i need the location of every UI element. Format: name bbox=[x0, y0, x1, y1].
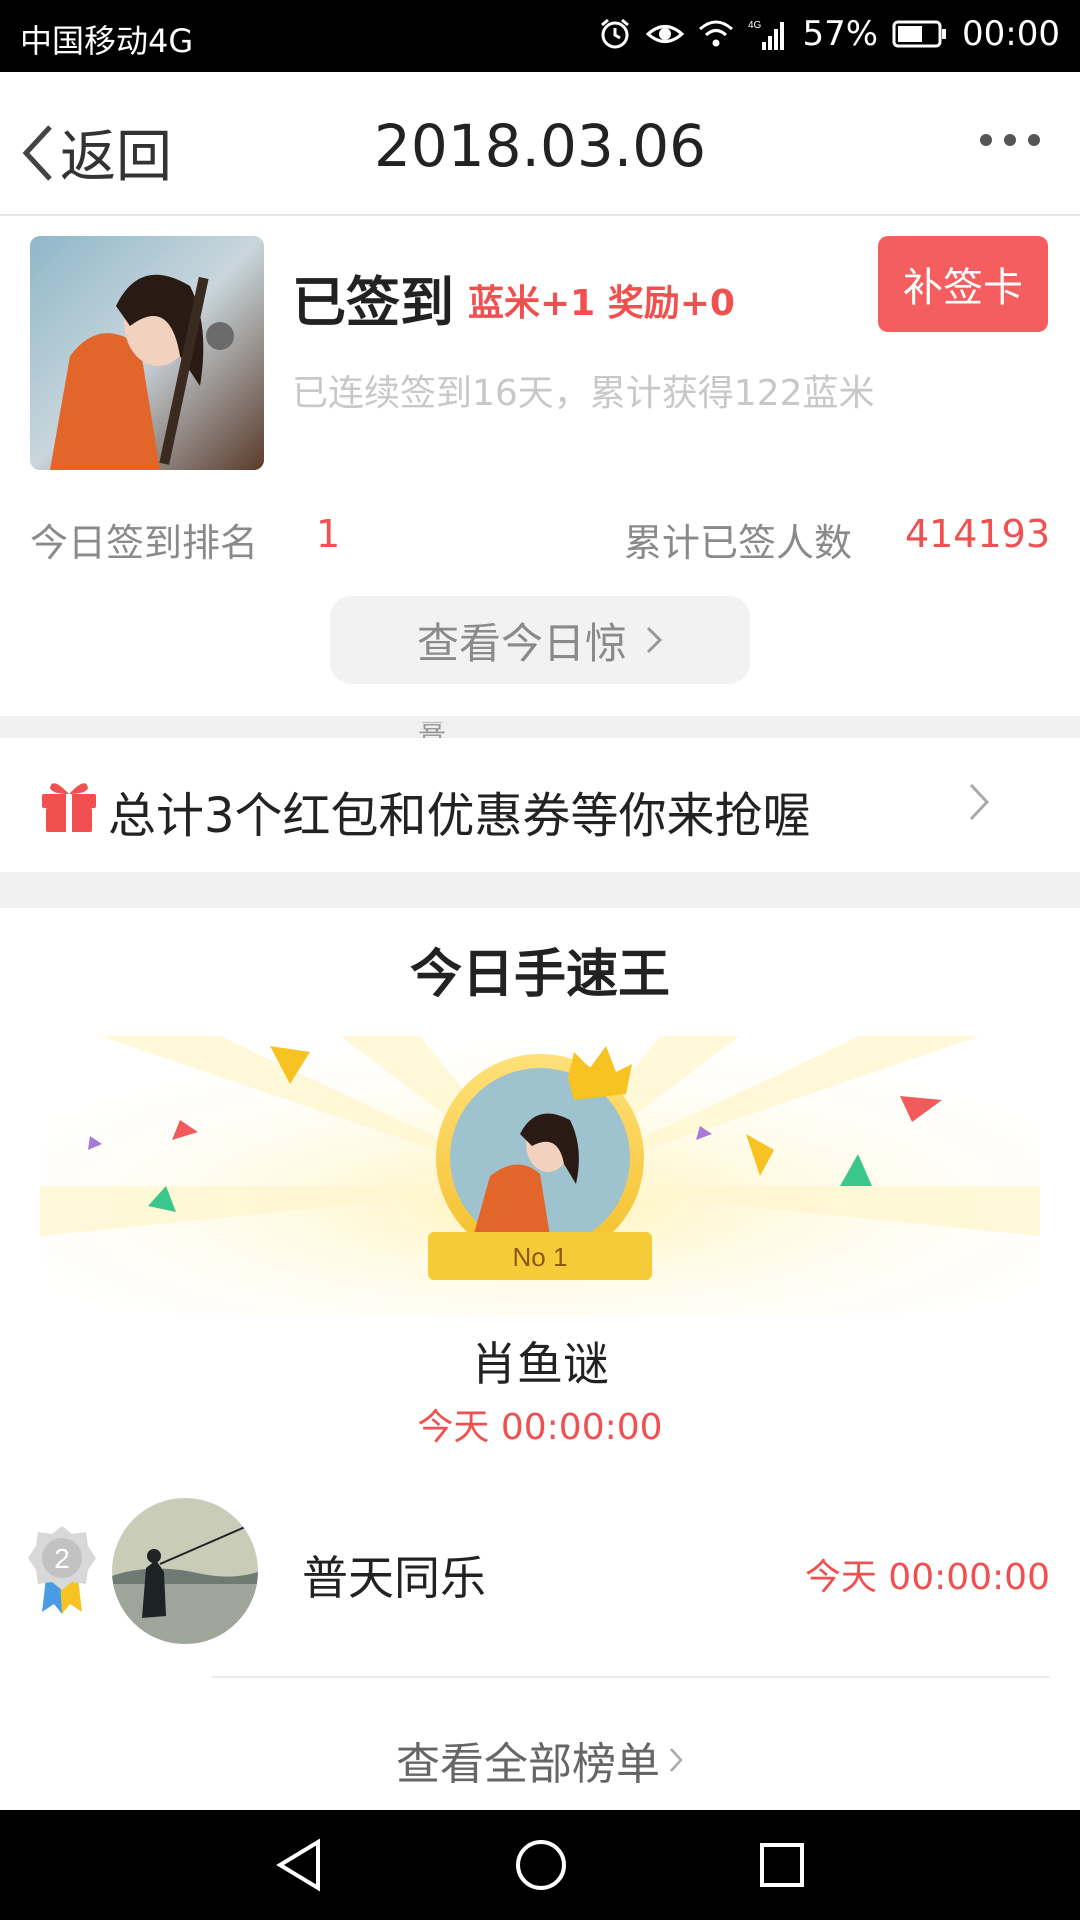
rank-2-badge-icon: 2 bbox=[28, 1526, 96, 1614]
status-icons: 4G 57% 00:00 bbox=[598, 14, 1060, 54]
total-signed-value: 414193 bbox=[904, 512, 1050, 556]
eye-icon bbox=[646, 25, 685, 43]
gift-icon bbox=[42, 783, 96, 832]
total-signed-label: 累计已签人数 bbox=[624, 521, 853, 565]
rank-value: 1 bbox=[316, 512, 341, 556]
user-avatar[interactable] bbox=[30, 236, 264, 470]
second-place-name: 普天同乐 bbox=[302, 1551, 486, 1605]
chevron-right-icon bbox=[646, 626, 663, 654]
page-title: 2018.03.06 bbox=[373, 112, 707, 180]
signed-reward: 蓝米+1 奖励+0 bbox=[468, 283, 735, 324]
rank-2-number: 2 bbox=[54, 1543, 70, 1574]
battery-percent: 57% bbox=[802, 14, 879, 54]
streak-text: 已连续签到16天，累计获得122蓝米 bbox=[292, 373, 875, 414]
recents-square-icon[interactable] bbox=[758, 1841, 806, 1889]
section-divider bbox=[0, 872, 1080, 908]
status-bar: 中国移动4G 4G 57% 00:00 bbox=[0, 0, 1080, 72]
clock: 00:00 bbox=[962, 14, 1060, 54]
winner-burst-illustration: No 1 bbox=[40, 1036, 1040, 1316]
back-triangle-icon[interactable] bbox=[274, 1838, 324, 1892]
nav-header: 返回 2018.03.06 bbox=[0, 72, 1080, 216]
chevron-right-icon bbox=[670, 1748, 683, 1772]
winner-time: 今天 00:00:00 bbox=[417, 1407, 663, 1448]
carrier-label: 中国移动4G bbox=[20, 22, 194, 60]
home-circle-icon[interactable] bbox=[514, 1838, 568, 1892]
signed-status: 已签到 bbox=[292, 271, 454, 334]
view-today-button[interactable]: 查看今日惊 bbox=[330, 596, 750, 684]
speed-king-heading: 今日手速王 bbox=[409, 945, 670, 1005]
section-divider: 喜 bbox=[0, 716, 1080, 738]
second-place-avatar[interactable] bbox=[112, 1498, 258, 1644]
alarm-icon bbox=[601, 18, 630, 49]
system-nav-bar bbox=[0, 1810, 1080, 1920]
battery-icon bbox=[892, 20, 947, 48]
view-all-label: 查看全部榜单 bbox=[396, 1739, 660, 1790]
signin-card: 已签到 蓝米+1 奖励+0 补签卡 已连续签到16天，累计获得122蓝米 今日签… bbox=[0, 216, 1080, 716]
view-today-label: 查看今日惊 bbox=[416, 618, 627, 668]
view-all-ranking-link[interactable]: 查看全部榜单 bbox=[0, 1728, 1080, 1792]
wifi-icon bbox=[699, 20, 734, 47]
more-dots-icon[interactable] bbox=[980, 134, 1040, 146]
second-place-time: 今天 00:00:00 bbox=[804, 1557, 1050, 1598]
redpack-text: 总计3个红包和优惠券等你来抢喔 bbox=[108, 788, 811, 844]
rank-label: 今日签到排名 bbox=[30, 521, 259, 565]
ranking-row[interactable]: 2 普天同乐 今天 00:00:00 bbox=[0, 1486, 1080, 1650]
chevron-right-icon bbox=[969, 783, 990, 821]
winner-rank-badge: No 1 bbox=[513, 1242, 568, 1272]
signal-icon: 4G bbox=[748, 20, 785, 50]
makeup-card-button[interactable]: 补签卡 bbox=[878, 236, 1048, 332]
winner-name: 肖鱼谜 bbox=[471, 1337, 609, 1391]
row-divider bbox=[212, 1676, 1050, 1678]
speed-king-section: 今日手速王 No 1 肖鱼谜 今天 00:00:00 2 普天同乐 今天 00:… bbox=[0, 908, 1080, 1808]
svg-text:4G: 4G bbox=[748, 20, 762, 31]
clipped-text-fragment: 喜 bbox=[418, 722, 446, 738]
redpack-banner[interactable]: 总计3个红包和优惠券等你来抢喔 bbox=[0, 738, 1080, 872]
